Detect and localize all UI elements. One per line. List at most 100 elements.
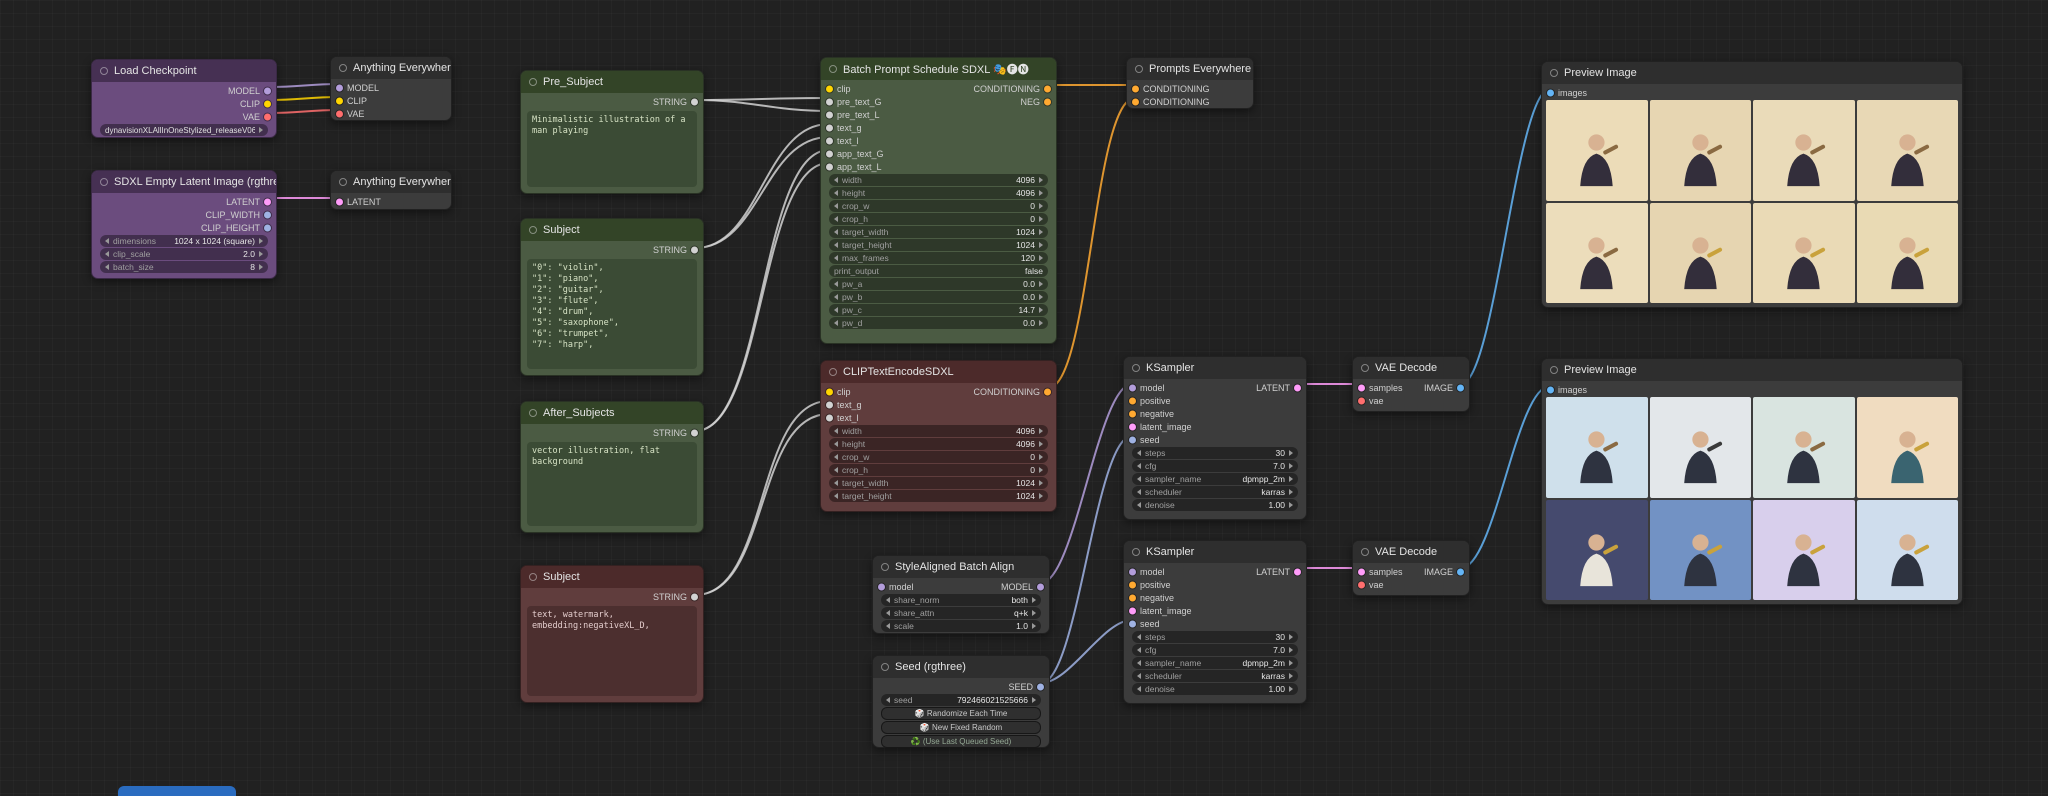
decrement-arrow-icon[interactable] xyxy=(1137,647,1141,653)
increment-arrow-icon[interactable] xyxy=(259,251,263,257)
decrement-arrow-icon[interactable] xyxy=(886,697,890,703)
decrement-arrow-icon[interactable] xyxy=(105,251,109,257)
steps-widget[interactable]: steps 30 xyxy=(1132,447,1298,459)
increment-arrow-icon[interactable] xyxy=(1039,242,1043,248)
increment-arrow-icon[interactable] xyxy=(259,238,263,244)
increment-arrow-icon[interactable] xyxy=(1039,441,1043,447)
node-batch-prompt-schedule[interactable]: Batch Prompt Schedule SDXL 🎭🅕🅝 clip COND… xyxy=(820,57,1057,344)
input-slot-negative[interactable] xyxy=(1129,410,1136,417)
output-slot-clip[interactable] xyxy=(264,100,271,107)
node-titlebar[interactable]: SDXL Empty Latent Image (rgthree) xyxy=(92,171,276,193)
node-preview-image-bottom[interactable]: Preview Image images xyxy=(1541,358,1963,605)
input-slot-samples[interactable] xyxy=(1358,384,1365,391)
output-slot-seed[interactable] xyxy=(1037,683,1044,690)
increment-arrow-icon[interactable] xyxy=(1039,203,1043,209)
input-slot-clip[interactable] xyxy=(336,97,343,104)
increment-arrow-icon[interactable] xyxy=(1032,697,1036,703)
decrement-arrow-icon[interactable] xyxy=(834,441,838,447)
collapse-dot[interactable] xyxy=(829,65,837,73)
output-slot-latent[interactable] xyxy=(1294,384,1301,391)
decrement-arrow-icon[interactable] xyxy=(1137,634,1141,640)
input-slot-seed[interactable] xyxy=(1129,436,1136,443)
input-slot-negative-conditioning[interactable] xyxy=(1132,98,1139,105)
input-slot-latent-image[interactable] xyxy=(1129,607,1136,614)
use-last-queued-seed-button[interactable]: ♻️ (Use Last Queued Seed) xyxy=(881,735,1041,748)
output-slot-conditioning[interactable] xyxy=(1044,85,1051,92)
input-slot-model[interactable] xyxy=(1129,568,1136,575)
width-widget[interactable]: width 4096 xyxy=(829,425,1048,437)
input-slot-text-l[interactable] xyxy=(826,414,833,421)
increment-arrow-icon[interactable] xyxy=(1039,177,1043,183)
scheduler-widget[interactable]: scheduler karras xyxy=(1132,486,1298,498)
crop-w-widget[interactable]: crop_w 0 xyxy=(829,451,1048,463)
target-width-widget[interactable]: target_width 1024 xyxy=(829,477,1048,489)
input-slot-images[interactable] xyxy=(1547,386,1554,393)
collapse-dot[interactable] xyxy=(529,78,537,86)
input-slot-seed[interactable] xyxy=(1129,620,1136,627)
pw-a-widget[interactable]: pw_a 0.0 xyxy=(829,278,1048,290)
decrement-arrow-icon[interactable] xyxy=(1137,489,1141,495)
decrement-arrow-icon[interactable] xyxy=(1137,502,1141,508)
increment-arrow-icon[interactable] xyxy=(1289,502,1293,508)
share-norm-widget[interactable]: share_norm both xyxy=(881,594,1041,606)
output-slot-latent[interactable] xyxy=(264,198,271,205)
scheduler-widget[interactable]: scheduler karras xyxy=(1132,670,1298,682)
node-ksampler-top[interactable]: KSampler model LATENT positive negative … xyxy=(1123,356,1307,520)
increment-arrow-icon[interactable] xyxy=(1289,463,1293,469)
sampler-name-widget[interactable]: sampler_name dpmpp_2m xyxy=(1132,473,1298,485)
increment-arrow-icon[interactable] xyxy=(1289,489,1293,495)
input-slot-images[interactable] xyxy=(1547,89,1554,96)
output-slot-string[interactable] xyxy=(691,246,698,253)
decrement-arrow-icon[interactable] xyxy=(886,597,890,603)
increment-arrow-icon[interactable] xyxy=(259,264,263,270)
input-slot-positive-conditioning[interactable] xyxy=(1132,85,1139,92)
node-titlebar[interactable]: Pre_Subject xyxy=(521,71,703,93)
node-seed[interactable]: Seed (rgthree) SEED seed 792466021525666 … xyxy=(872,655,1050,748)
node-titlebar[interactable]: Anything Everywhere xyxy=(331,171,451,193)
decrement-arrow-icon[interactable] xyxy=(1137,476,1141,482)
output-slot-model[interactable] xyxy=(264,87,271,94)
node-vae-decode-bottom[interactable]: VAE Decode samples IMAGE vae xyxy=(1352,540,1470,596)
node-pre-subject[interactable]: Pre_Subject STRING Minimalistic illustra… xyxy=(520,70,704,194)
output-slot-clip-height[interactable] xyxy=(264,224,271,231)
decrement-arrow-icon[interactable] xyxy=(834,428,838,434)
node-vae-decode-top[interactable]: VAE Decode samples IMAGE vae xyxy=(1352,356,1470,412)
increment-arrow-icon[interactable] xyxy=(1039,216,1043,222)
target-height-widget[interactable]: target_height 1024 xyxy=(829,490,1048,502)
input-slot-model[interactable] xyxy=(878,583,885,590)
collapse-dot[interactable] xyxy=(829,368,837,376)
randomize-each-time-button[interactable]: 🎲 Randomize Each Time xyxy=(881,707,1041,720)
node-titlebar[interactable]: Subject xyxy=(521,219,703,241)
output-slot-latent[interactable] xyxy=(1294,568,1301,575)
output-slot-string[interactable] xyxy=(691,429,698,436)
collapse-dot[interactable] xyxy=(881,663,889,671)
max-frames-widget[interactable]: max_frames 120 xyxy=(829,252,1048,264)
node-titlebar[interactable]: After_Subjects xyxy=(521,402,703,424)
node-titlebar[interactable]: Prompts Everywhere xyxy=(1127,58,1253,80)
collapse-dot[interactable] xyxy=(100,178,108,186)
output-slot-conditioning[interactable] xyxy=(1044,388,1051,395)
input-slot-app-text-l[interactable] xyxy=(826,163,833,170)
decrement-arrow-icon[interactable] xyxy=(834,454,838,460)
collapse-dot[interactable] xyxy=(1361,364,1369,372)
prompt-textarea[interactable]: text, watermark, embedding:negativeXL_D, xyxy=(527,606,697,696)
node-prompts-everywhere[interactable]: Prompts Everywhere CONDITIONING CONDITIO… xyxy=(1126,57,1254,109)
combo-arrow-icon[interactable] xyxy=(259,127,263,133)
increment-arrow-icon[interactable] xyxy=(1032,623,1036,629)
collapse-dot[interactable] xyxy=(529,409,537,417)
input-slot-model[interactable] xyxy=(1129,384,1136,391)
increment-arrow-icon[interactable] xyxy=(1032,610,1036,616)
node-anything-everywhere[interactable]: Anything Everywhere LATENT xyxy=(330,170,452,210)
collapse-dot[interactable] xyxy=(1550,69,1558,77)
node-after-subjects[interactable]: After_Subjects STRING vector illustratio… xyxy=(520,401,704,533)
ckpt-name-combo[interactable]: dynavisionXLAllInOneStylized_releaseV061… xyxy=(100,124,268,136)
node-preview-image-top[interactable]: Preview Image images xyxy=(1541,61,1963,308)
workflow-canvas[interactable]: Load Checkpoint MODEL CLIP VAE dynavisio… xyxy=(0,0,2048,796)
node-sdxl-empty-latent[interactable]: SDXL Empty Latent Image (rgthree) LATENT… xyxy=(91,170,277,279)
decrement-arrow-icon[interactable] xyxy=(834,480,838,486)
node-subject[interactable]: Subject STRING "0": "violin", "1": "pian… xyxy=(520,218,704,376)
node-load-checkpoint[interactable]: Load Checkpoint MODEL CLIP VAE dynavisio… xyxy=(91,59,277,138)
increment-arrow-icon[interactable] xyxy=(1039,467,1043,473)
input-slot-text-g[interactable] xyxy=(826,401,833,408)
decrement-arrow-icon[interactable] xyxy=(834,307,838,313)
